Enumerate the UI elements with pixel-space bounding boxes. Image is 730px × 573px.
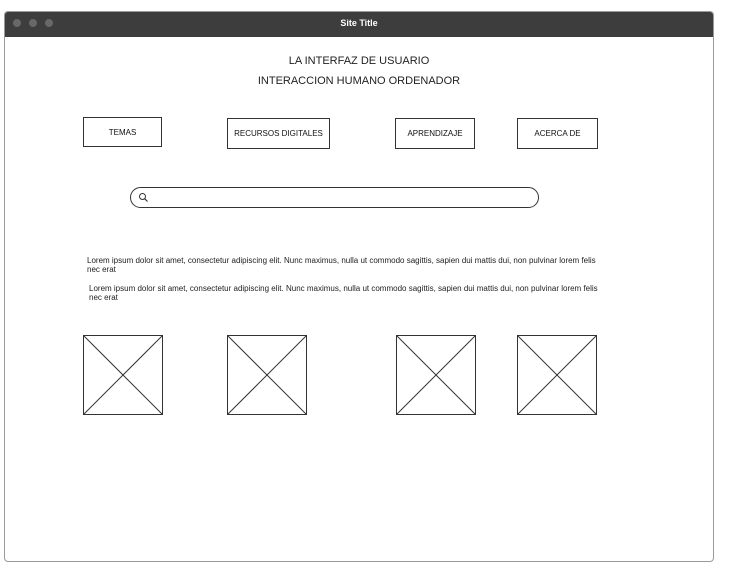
body-paragraph: Lorem ipsum dolor sit amet, consectetur …	[87, 256, 596, 274]
image-placeholder-icon	[83, 335, 163, 415]
window-title: Site Title	[340, 18, 378, 28]
page-title: LA INTERFAZ DE USUARIO	[288, 55, 430, 67]
browser-window: Site Title LA INTERFAZ DE USUARIO INTERA…	[4, 11, 714, 562]
nav-button-recursos-digitales[interactable]: RECURSOS DIGITALES	[227, 118, 330, 149]
search-input[interactable]	[153, 190, 531, 205]
search-bar[interactable]	[130, 187, 539, 208]
nav-button-acerca-de[interactable]: ACERCA DE	[517, 118, 598, 149]
image-placeholder-icon	[396, 335, 476, 415]
search-icon	[139, 193, 148, 202]
page-subtitle: INTERACCION HUMANO ORDENADOR	[257, 75, 461, 87]
body-paragraph: Lorem ipsum dolor sit amet, consectetur …	[89, 284, 598, 302]
image-placeholder-icon	[517, 335, 597, 415]
image-placeholder-icon	[227, 335, 307, 415]
title-bar: Site Title	[5, 12, 713, 37]
nav-button-aprendizaje[interactable]: APRENDIZAJE	[395, 118, 475, 149]
nav-button-temas[interactable]: TEMAS	[83, 117, 162, 147]
